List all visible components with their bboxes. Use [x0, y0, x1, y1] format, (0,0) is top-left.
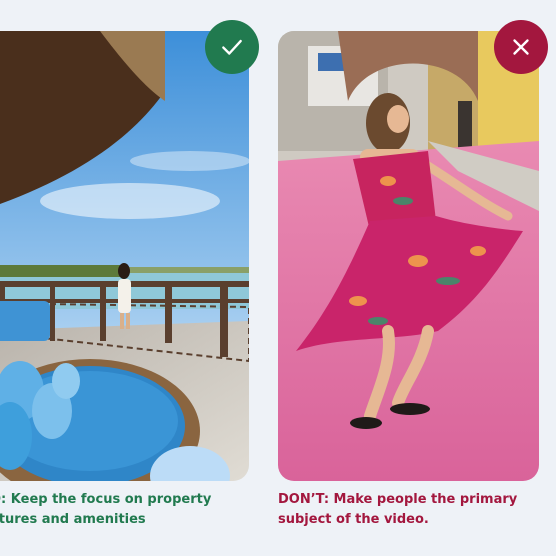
dont-badge	[494, 20, 548, 74]
do-caption-line2: atures and amenities	[0, 512, 146, 527]
do-badge	[205, 20, 259, 74]
checkmark-icon	[222, 39, 242, 55]
do-caption: O: Keep the focus on property atures and…	[0, 490, 240, 530]
close-x-icon	[513, 39, 529, 55]
dont-caption-line2: subject of the video.	[278, 512, 429, 527]
do-caption-line1: O: Keep the focus on property	[0, 492, 212, 507]
dont-example-photo	[278, 31, 539, 481]
do-example-photo	[0, 31, 249, 481]
dont-caption: DON’T: Make people the primary subject o…	[278, 490, 528, 530]
dont-caption-line1: DON’T: Make people the primary	[278, 492, 518, 507]
